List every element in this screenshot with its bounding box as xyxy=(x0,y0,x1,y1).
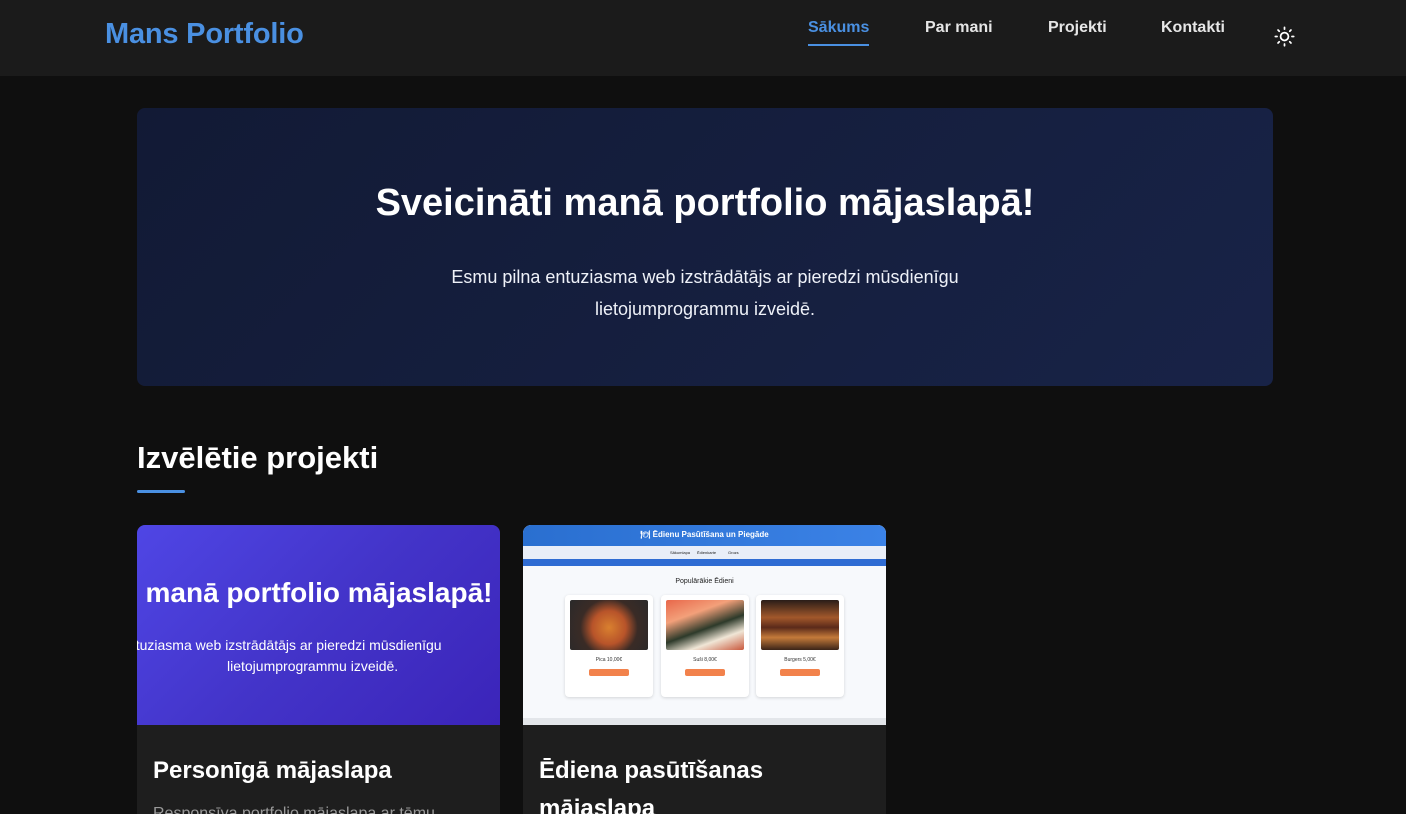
thumbnail-text: lietojumprogrammu izveidē. xyxy=(227,658,399,674)
thumbnail-title: Sveicināti manā portfolio mājaslapā! xyxy=(137,577,493,608)
thumbnail-header-title: 🍽 Ēdienu Pasūtīšana un Piegāde xyxy=(640,530,769,539)
project-title: Ēdiena pasūtīšanas mājaslapa xyxy=(539,757,764,814)
thumbnail-footer xyxy=(523,718,886,725)
project-card-food[interactable]: 🍽 Ēdienu Pasūtīšana un Piegāde Sākumlapa… xyxy=(523,525,886,814)
food-item-button xyxy=(780,669,820,676)
section-title: Izvēlētie projekti xyxy=(137,440,379,475)
sun-icon[interactable] xyxy=(1274,26,1295,47)
project-thumbnail: 🍽 Ēdienu Pasūtīšana un Piegāde Sākumlapa… xyxy=(523,525,886,725)
thumbnail-header: 🍽 Ēdienu Pasūtīšana un Piegāde xyxy=(523,525,886,546)
sushi-image xyxy=(666,600,744,650)
thumbnail-nav-item: Grozs xyxy=(728,550,739,555)
nav-link-home[interactable]: Sākums xyxy=(808,19,870,46)
food-item-sushi: Suši 8,00€ xyxy=(661,595,749,697)
hero-text: Esmu pilna entuziasma web izstrādātājs a… xyxy=(451,267,959,319)
site-header: Mans Portfolio Sākums Par mani Projekti … xyxy=(0,0,1406,76)
food-item-name: Suši 8,00€ xyxy=(693,657,717,663)
section-underline xyxy=(137,490,185,493)
burger-image xyxy=(761,600,839,650)
thumbnail-nav: Sākumlapa Ēdienkarte Grozs xyxy=(523,546,886,559)
food-item-burger: Burgers 5,00€ xyxy=(756,595,844,697)
project-thumbnail: Sveicināti manā portfolio mājaslapā! Esm… xyxy=(137,525,500,725)
hero-banner: Sveicināti manā portfolio mājaslapā! Esm… xyxy=(137,108,1273,386)
hero-title: Sveicināti manā portfolio mājaslapā! xyxy=(375,182,1035,224)
thumbnail-bar xyxy=(523,559,886,566)
thumbnail-nav-item: Sākumlapa xyxy=(670,550,691,555)
food-item-name: Pica 10,00€ xyxy=(595,657,623,663)
thumbnail-text: Esmu pilna entuziasma web izstrādātājs a… xyxy=(137,637,442,653)
project-title: Personīgā mājaslapa xyxy=(153,757,392,784)
project-description: Responsīva portfolio mājaslapa ar tēmu xyxy=(153,805,435,814)
project-card-personal[interactable]: Sveicināti manā portfolio mājaslapā! Esm… xyxy=(137,525,500,814)
site-logo[interactable]: Mans Portfolio xyxy=(105,18,304,51)
thumbnail-nav-item: Ēdienkarte xyxy=(697,550,717,555)
nav-link-contact[interactable]: Kontakti xyxy=(1161,19,1225,44)
thumbnail-subtitle: Populārākie Ēdieni xyxy=(675,578,734,585)
food-item-name: Burgers 5,00€ xyxy=(784,657,816,663)
nav-link-projects[interactable]: Projekti xyxy=(1048,19,1107,44)
food-item-button xyxy=(685,669,725,676)
food-item-pizza: Pica 10,00€ xyxy=(565,595,653,697)
nav-link-about[interactable]: Par mani xyxy=(925,19,993,44)
food-item-button xyxy=(589,669,629,676)
pizza-image xyxy=(570,600,648,650)
